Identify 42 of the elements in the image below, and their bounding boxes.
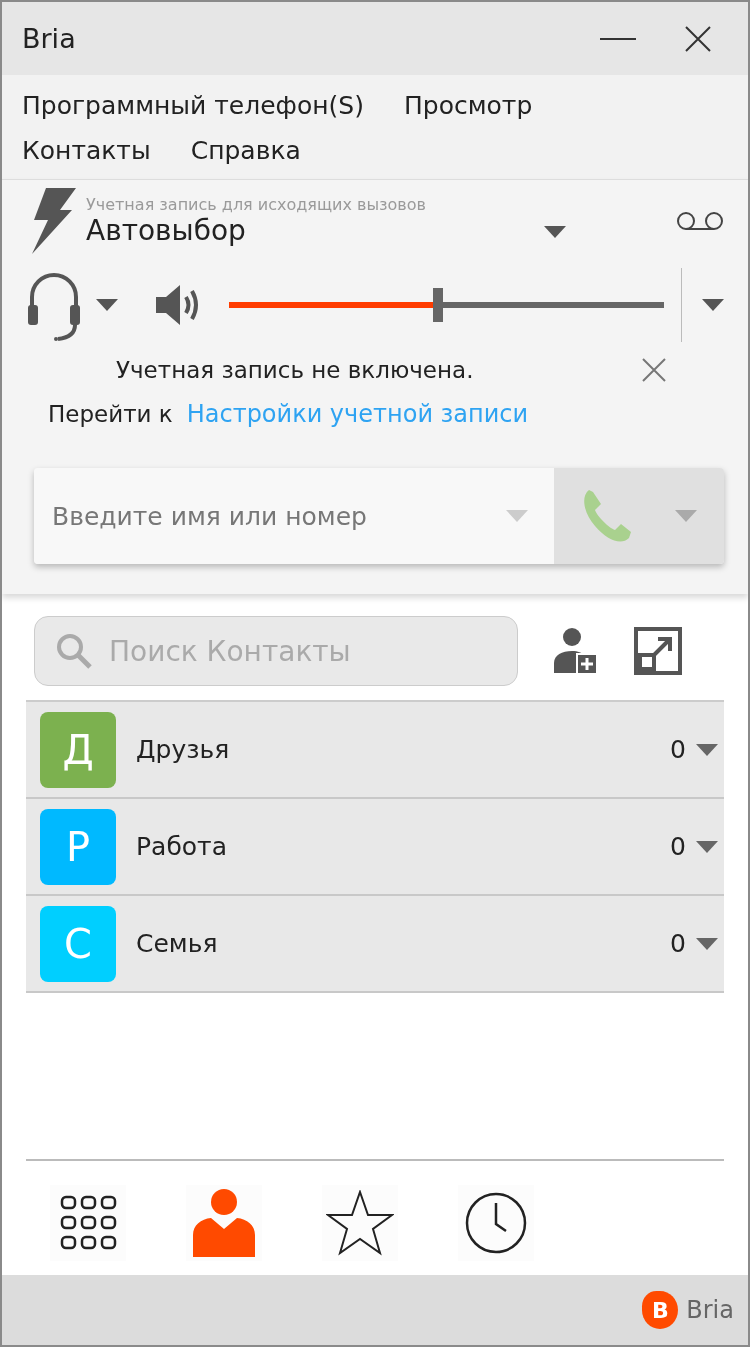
group-name: Работа	[136, 832, 228, 861]
logo-icon: B	[642, 1291, 679, 1329]
group-name: Семья	[136, 929, 219, 958]
goto-label: Перейти к	[48, 401, 173, 427]
menu-item[interactable]: Просмотр	[404, 85, 533, 126]
account-dropdown[interactable]: Учетная запись для исходящих вызовов Автовыбор	[86, 195, 544, 247]
group-avatar: Д	[40, 711, 116, 788]
clock-icon	[464, 1191, 528, 1255]
window-title: Bria	[22, 23, 77, 54]
search-field[interactable]: Поиск Контакты	[107, 633, 497, 669]
menu-item[interactable]: Контакты	[22, 130, 151, 171]
group-row[interactable]: С Семья 0	[26, 896, 724, 993]
close-icon	[685, 25, 711, 52]
menu-item[interactable]: Справка	[190, 130, 301, 171]
close-icon	[642, 358, 666, 382]
caret-icon	[696, 840, 718, 853]
search-box[interactable]: Поиск Контакты	[34, 616, 518, 686]
person-icon	[193, 1189, 255, 1257]
phone-icon	[581, 488, 633, 544]
group-avatar: С	[40, 905, 116, 982]
group-avatar: Р	[40, 808, 116, 885]
caret-icon	[696, 743, 718, 756]
group-count: 0	[670, 929, 686, 958]
menu-item[interactable]: Программный телефон(S)	[22, 85, 364, 126]
popout-button[interactable]	[634, 627, 682, 675]
dial-input-field[interactable]: Введите имя или номер	[34, 468, 506, 564]
search-icon	[55, 632, 93, 670]
voicemail-icon[interactable]	[676, 211, 724, 231]
caret-icon	[506, 510, 528, 522]
caret-icon	[96, 298, 118, 311]
caret-icon	[702, 299, 724, 311]
group-count: 0	[670, 735, 686, 764]
group-row[interactable]: Д Друзья 0	[26, 702, 724, 799]
caret-icon	[696, 937, 718, 950]
caret-icon	[675, 510, 697, 522]
star-icon	[326, 1190, 394, 1256]
group-name: Друзья	[136, 735, 231, 764]
caret-icon	[544, 225, 566, 238]
group-row[interactable]: Р Работа 0	[26, 799, 724, 896]
group-count: 0	[670, 832, 686, 861]
notice-message: Учетная запись не включена.	[116, 357, 475, 383]
brand-name: Bria	[686, 1296, 734, 1324]
